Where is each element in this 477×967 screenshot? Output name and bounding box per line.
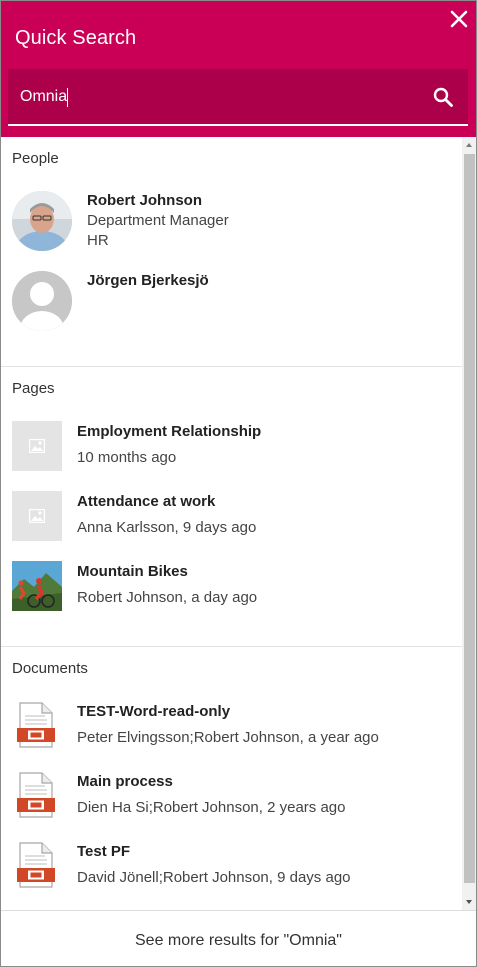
pages-section: Pages Employment Relationship 10 months … [1, 367, 462, 647]
results-scrollbar[interactable] [462, 137, 476, 910]
person-job-title: Department Manager [87, 212, 229, 229]
text-caret [67, 88, 68, 107]
document-meta: Peter Elvingsson;Robert Johnson, a year … [77, 729, 379, 746]
scroll-down-button[interactable] [462, 894, 476, 910]
document-title: Test PF [77, 843, 131, 860]
avatar [12, 271, 72, 331]
search-input[interactable] [8, 69, 418, 124]
page-thumbnail [12, 421, 62, 471]
page-title: Mountain Bikes [77, 563, 188, 580]
person-result[interactable]: Jörgen Bjerkesjö [1, 271, 462, 341]
page-title: Attendance at work [77, 493, 216, 510]
default-avatar-icon [12, 271, 72, 331]
scroll-up-button[interactable] [462, 137, 476, 153]
page-result[interactable]: Attendance at work Anna Karlsson, 9 days… [1, 491, 462, 551]
page-result[interactable]: Employment Relationship 10 months ago [1, 421, 462, 481]
section-title-pages: Pages [12, 380, 55, 397]
page-meta: Robert Johnson, a day ago [77, 589, 258, 606]
scrollbar-thumb[interactable] [464, 154, 475, 883]
person-name: Robert Johnson [87, 192, 202, 209]
document-title: Main process [77, 773, 173, 790]
panel-title: Quick Search [15, 27, 137, 49]
document-result[interactable]: Main process Dien Ha Si;Robert Johnson, … [1, 771, 462, 831]
document-title: TEST-Word-read-only [77, 703, 231, 720]
document-meta: Dien Ha Si;Robert Johnson, 2 years ago [77, 799, 346, 816]
image-placeholder-icon [29, 509, 45, 523]
close-button[interactable] [448, 8, 470, 30]
quick-search-header: Quick Search [1, 1, 476, 137]
close-icon [450, 10, 468, 28]
scroll-down-arrow-icon [466, 900, 472, 904]
image-placeholder-icon [29, 439, 45, 453]
document-result[interactable]: Test PF David Jönell;Robert Johnson, 9 d… [1, 841, 462, 901]
page-thumbnail [12, 491, 62, 541]
search-box [8, 69, 468, 126]
mountain-bike-photo [12, 561, 62, 611]
page-meta: 10 months ago [77, 449, 177, 466]
presentation-file-icon [17, 772, 55, 818]
search-results: People Robert Johnson Department Manager [1, 137, 462, 910]
document-meta: David Jönell;Robert Johnson, 9 days ago [77, 869, 351, 886]
document-result[interactable]: TEST-Word-read-only Peter Elvingsson;Rob… [1, 701, 462, 761]
person-result[interactable]: Robert Johnson Department Manager HR [1, 191, 462, 261]
avatar [12, 191, 72, 251]
page-result[interactable]: Mountain Bikes Robert Johnson, a day ago [1, 561, 462, 621]
presentation-file-icon [17, 842, 55, 888]
see-more-results-label: See more results for "Omnia" [135, 932, 342, 949]
person-department: HR [87, 232, 109, 249]
person-photo [12, 191, 72, 251]
person-name: Jörgen Bjerkesjö [87, 272, 209, 289]
page-meta: Anna Karlsson, 9 days ago [77, 519, 257, 536]
people-section: People Robert Johnson Department Manager [1, 137, 462, 367]
search-button[interactable] [432, 86, 454, 108]
see-more-results-button[interactable]: See more results for "Omnia" [1, 910, 476, 966]
presentation-file-icon [17, 702, 55, 748]
documents-section: Documents TEST-Word-read-only Peter Elvi… [1, 647, 462, 910]
quick-search-panel: Quick Search People [0, 0, 477, 967]
search-icon [433, 87, 453, 107]
page-title: Employment Relationship [77, 423, 262, 440]
scroll-up-arrow-icon [466, 143, 472, 147]
section-title-people: People [12, 150, 59, 167]
section-title-documents: Documents [12, 660, 88, 677]
page-thumbnail [12, 561, 62, 611]
